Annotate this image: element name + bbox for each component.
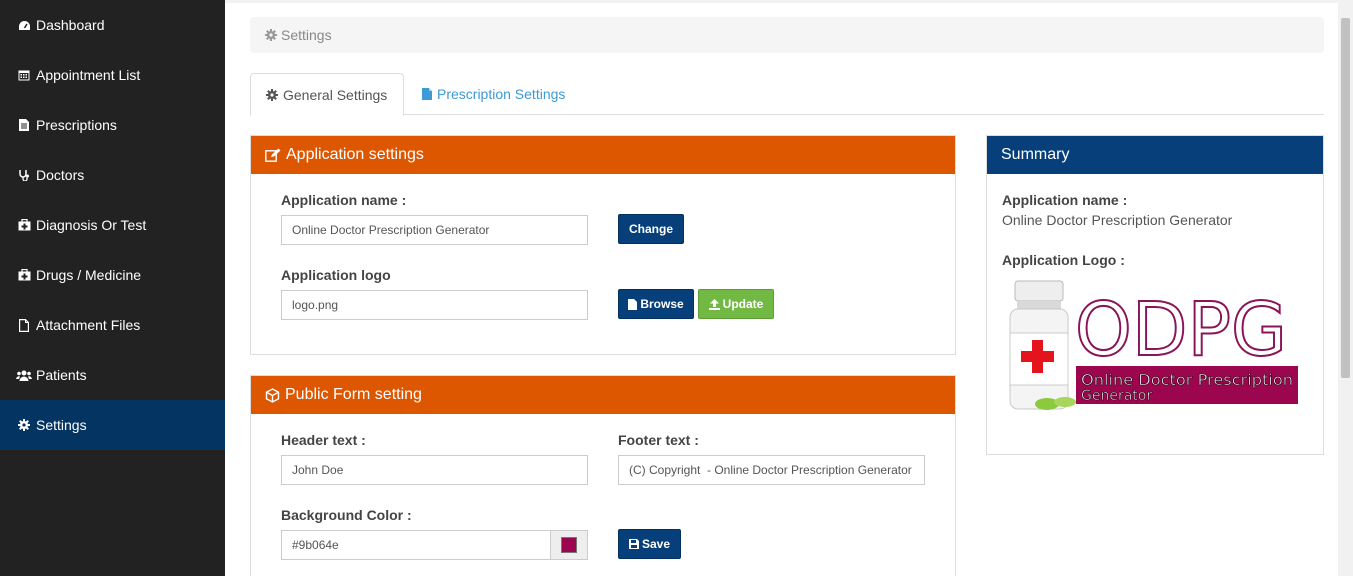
main-content: Settings General Settings Prescription S… bbox=[225, 0, 1353, 576]
update-button[interactable]: Update bbox=[698, 289, 774, 319]
calendar-icon bbox=[16, 69, 32, 81]
update-button-label: Update bbox=[722, 297, 764, 311]
tab-prescription-settings[interactable]: Prescription Settings bbox=[407, 73, 580, 115]
application-logo-image: ODPG Online Doctor Prescription Generato… bbox=[1003, 278, 1303, 413]
medkit-icon bbox=[16, 219, 32, 231]
logo-text: ODPG bbox=[1075, 287, 1287, 373]
save-button-label: Save bbox=[641, 537, 671, 551]
sidebar-item-label: Dashboard bbox=[36, 17, 105, 33]
tab-label: Prescription Settings bbox=[437, 86, 566, 102]
sidebar-item-label: Drugs / Medicine bbox=[36, 267, 142, 283]
change-button[interactable]: Change bbox=[618, 214, 684, 244]
sidebar: Dashboard Appointment List Prescriptions… bbox=[0, 0, 225, 576]
file-icon bbox=[16, 318, 32, 332]
header-text-label: Header text : bbox=[281, 432, 366, 448]
sidebar-item-prescriptions[interactable]: Prescriptions bbox=[0, 100, 225, 150]
floppy-disk-icon bbox=[628, 539, 639, 549]
logo-subtitle-line2: Generator bbox=[1081, 388, 1152, 404]
breadcrumb-label: Settings bbox=[281, 27, 332, 43]
file-icon bbox=[422, 88, 432, 100]
scrollbar-thumb[interactable] bbox=[1341, 18, 1350, 378]
vertical-scrollbar[interactable] bbox=[1338, 0, 1353, 576]
panel-header: Public Form setting bbox=[251, 376, 955, 414]
tab-label: General Settings bbox=[283, 86, 388, 103]
sidebar-item-doctors[interactable]: Doctors bbox=[0, 150, 225, 200]
stethoscope-icon bbox=[16, 169, 32, 181]
sidebar-item-settings[interactable]: Settings bbox=[0, 400, 225, 450]
sidebar-item-dashboard[interactable]: Dashboard bbox=[0, 0, 225, 50]
application-name-input[interactable] bbox=[281, 215, 588, 245]
file-icon bbox=[628, 298, 638, 310]
application-settings-panel: Application settings Application name : … bbox=[250, 135, 956, 355]
application-name-label: Application name : bbox=[281, 192, 407, 208]
sidebar-item-label: Patients bbox=[36, 367, 87, 383]
sidebar-item-label: Appointment List bbox=[36, 67, 141, 83]
footer-text-input[interactable] bbox=[618, 455, 925, 485]
panel-header: Summary bbox=[987, 136, 1323, 174]
tab-general-settings[interactable]: General Settings bbox=[250, 73, 404, 116]
sidebar-item-label: Prescriptions bbox=[36, 117, 117, 133]
save-button[interactable]: Save bbox=[618, 529, 681, 559]
sidebar-item-appointment-list[interactable]: Appointment List bbox=[0, 50, 225, 100]
footer-text-label: Footer text : bbox=[618, 432, 699, 448]
file-text-icon bbox=[16, 119, 32, 131]
sidebar-item-label: Diagnosis Or Test bbox=[36, 217, 147, 233]
sidebar-item-attachment-files[interactable]: Attachment Files bbox=[0, 300, 225, 350]
application-logo-label: Application logo bbox=[281, 267, 391, 283]
logo-subtitle-line1: Online Doctor Prescription bbox=[1081, 371, 1293, 389]
dashboard-icon bbox=[16, 20, 32, 31]
sidebar-item-label: Attachment Files bbox=[36, 317, 141, 333]
panel-title: Application settings bbox=[286, 146, 424, 163]
panel-title: Summary bbox=[1001, 146, 1070, 163]
top-divider bbox=[225, 0, 1353, 3]
application-logo-input[interactable] bbox=[281, 290, 588, 320]
sidebar-item-label: Doctors bbox=[36, 167, 85, 183]
public-form-setting-panel: Public Form setting Header text : Footer… bbox=[250, 375, 956, 576]
gear-icon bbox=[265, 29, 277, 41]
header-text-input[interactable] bbox=[281, 455, 588, 485]
summary-panel: Summary Application name : Online Doctor… bbox=[986, 135, 1324, 455]
panel-title: Public Form setting bbox=[285, 386, 422, 403]
cube-icon bbox=[265, 387, 280, 403]
color-swatch bbox=[561, 537, 577, 553]
gear-icon bbox=[266, 88, 278, 101]
gear-icon bbox=[16, 419, 32, 431]
summary-application-logo-label: Application Logo : bbox=[1002, 252, 1125, 268]
background-color-label: Background Color : bbox=[281, 507, 412, 523]
color-picker-button[interactable] bbox=[551, 530, 588, 560]
edit-icon bbox=[265, 148, 281, 162]
browse-button[interactable]: Browse bbox=[618, 289, 694, 319]
sidebar-item-patients[interactable]: Patients bbox=[0, 350, 225, 400]
change-button-label: Change bbox=[628, 222, 673, 236]
summary-application-name-value: Online Doctor Prescription Generator bbox=[1002, 212, 1233, 228]
browse-button-label: Browse bbox=[640, 297, 684, 311]
breadcrumb: Settings bbox=[250, 17, 1324, 53]
panel-header: Application settings bbox=[251, 136, 955, 174]
upload-icon bbox=[708, 298, 720, 310]
sidebar-item-diagnosis-or-test[interactable]: Diagnosis Or Test bbox=[0, 200, 225, 250]
summary-application-name-label: Application name : bbox=[1002, 192, 1128, 208]
users-icon bbox=[16, 370, 32, 381]
settings-tabs: General Settings Prescription Settings bbox=[250, 73, 1324, 116]
medkit-icon bbox=[16, 269, 32, 281]
sidebar-item-drugs-medicine[interactable]: Drugs / Medicine bbox=[0, 250, 225, 300]
sidebar-item-label: Settings bbox=[36, 417, 87, 433]
background-color-input[interactable] bbox=[281, 530, 551, 560]
